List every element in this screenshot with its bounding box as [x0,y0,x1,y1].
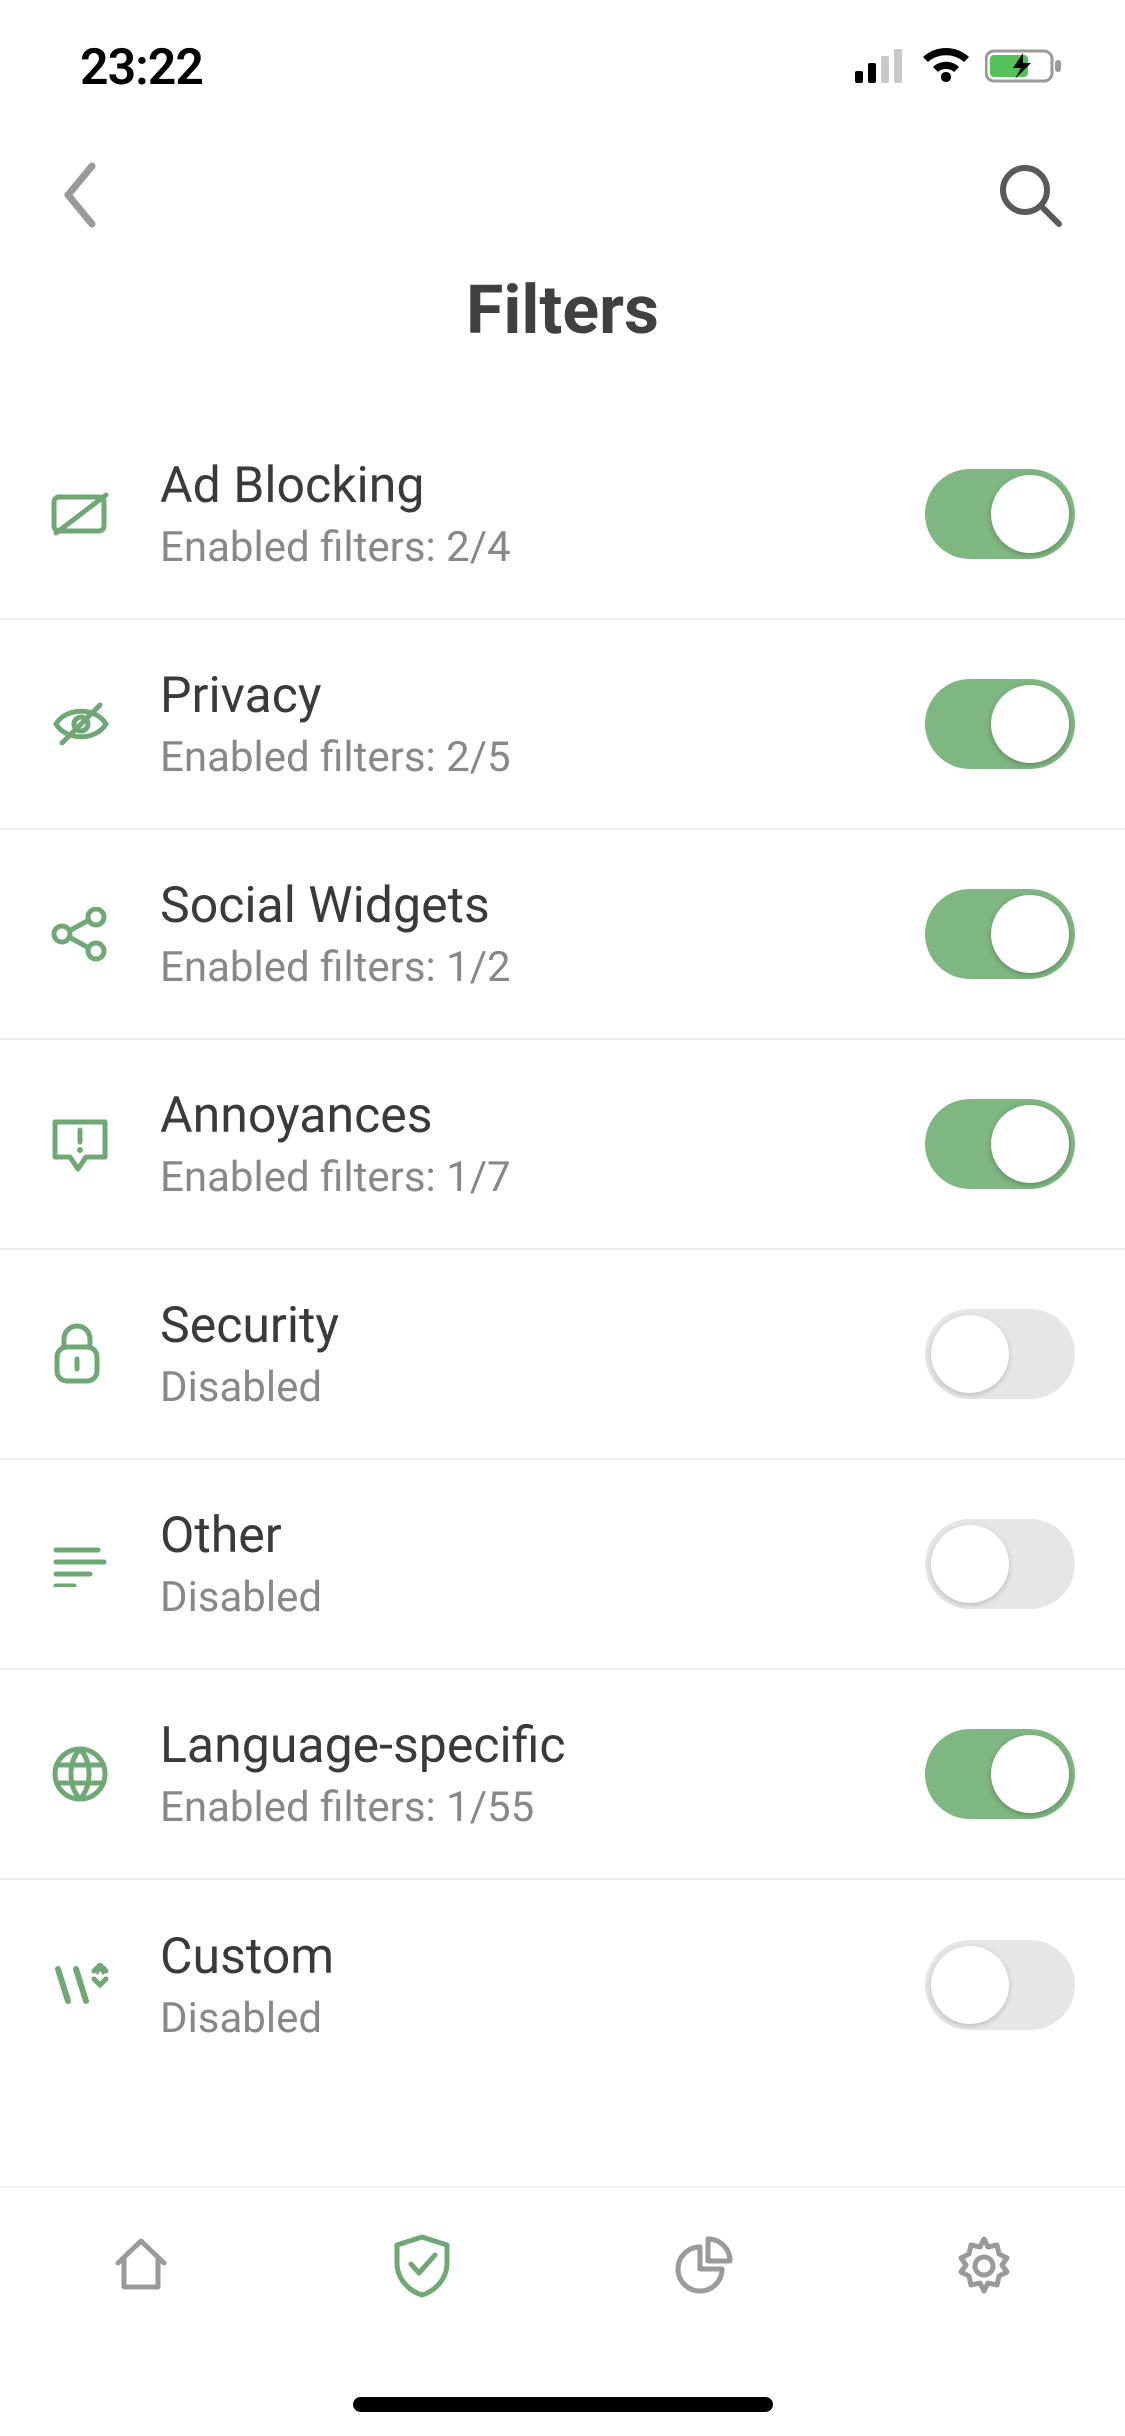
toggle-social-widgets[interactable] [925,889,1075,979]
toggle-security[interactable] [925,1309,1075,1399]
row-text: Other Disabled [160,1507,925,1622]
row-title: Language-specific [160,1717,925,1775]
page-title: Filters [40,270,1085,350]
row-subtitle: Enabled filters: 1/55 [160,1783,925,1832]
ad-block-icon [50,489,160,539]
eye-off-icon [50,699,160,749]
back-button[interactable] [60,160,100,230]
filter-row-annoyances[interactable]: Annoyances Enabled filters: 1/7 [0,1040,1125,1250]
battery-charging-icon [985,47,1065,89]
filter-row-privacy[interactable]: Privacy Enabled filters: 2/5 [0,620,1125,830]
row-text: Privacy Enabled filters: 2/5 [160,667,925,782]
filter-row-language-specific[interactable]: Language-specific Enabled filters: 1/55 [0,1670,1125,1880]
row-title: Social Widgets [160,877,925,935]
filter-list: Ad Blocking Enabled filters: 2/4 Privacy… [0,410,1125,2090]
toggle-annoyances[interactable] [925,1099,1075,1189]
share-icon [50,907,160,962]
row-subtitle: Disabled [160,1994,925,2043]
tab-home[interactable] [0,2233,281,2299]
row-text: Security Disabled [160,1297,925,1412]
row-text: Language-specific Enabled filters: 1/55 [160,1717,925,1832]
row-title: Custom [160,1928,925,1986]
nav-header: Filters [0,120,1125,380]
row-title: Privacy [160,667,925,725]
row-text: Social Widgets Enabled filters: 1/2 [160,877,925,992]
status-time: 23:22 [80,39,203,97]
row-title: Annoyances [160,1087,925,1145]
filter-row-other[interactable]: Other Disabled [0,1460,1125,1670]
toggle-ad-blocking[interactable] [925,469,1075,559]
pie-chart-icon [672,2233,734,2299]
tab-bar [0,2186,1125,2436]
filter-row-social-widgets[interactable]: Social Widgets Enabled filters: 1/2 [0,830,1125,1040]
tab-settings[interactable] [844,2233,1125,2303]
status-right [855,47,1065,89]
lines-icon [50,1542,160,1587]
toggle-privacy[interactable] [925,679,1075,769]
row-title: Other [160,1507,925,1565]
search-button[interactable] [995,160,1065,230]
home-indicator [353,2397,773,2412]
cellular-icon [855,49,907,87]
filter-row-ad-blocking[interactable]: Ad Blocking Enabled filters: 2/4 [0,410,1125,620]
row-subtitle: Enabled filters: 1/2 [160,943,925,992]
status-bar: 23:22 [0,0,1125,120]
toggle-other[interactable] [925,1519,1075,1609]
row-text: Custom Disabled [160,1928,925,2043]
row-text: Ad Blocking Enabled filters: 2/4 [160,457,925,572]
annoyance-icon [50,1117,160,1172]
row-title: Security [160,1297,925,1355]
toggle-custom[interactable] [925,1940,1075,2030]
filter-row-custom[interactable]: * Custom Disabled [0,1880,1125,2090]
row-title: Ad Blocking [160,457,925,515]
home-icon [110,2233,172,2299]
code-icon: * [50,1963,160,2007]
wifi-icon [921,48,971,88]
filter-row-security[interactable]: Security Disabled [0,1250,1125,1460]
toggle-language-specific[interactable] [925,1729,1075,1819]
row-text: Annoyances Enabled filters: 1/7 [160,1087,925,1202]
tab-stats[interactable] [563,2233,844,2299]
svg-text:*: * [94,1963,107,1990]
gear-icon [951,2233,1017,2303]
row-subtitle: Disabled [160,1363,925,1412]
row-subtitle: Enabled filters: 2/5 [160,733,925,782]
row-subtitle: Enabled filters: 2/4 [160,523,925,572]
tab-protection[interactable] [281,2233,562,2303]
lock-icon [50,1323,160,1385]
row-subtitle: Disabled [160,1573,925,1622]
shield-check-icon [391,2233,453,2303]
row-subtitle: Enabled filters: 1/7 [160,1153,925,1202]
globe-icon [50,1744,160,1804]
